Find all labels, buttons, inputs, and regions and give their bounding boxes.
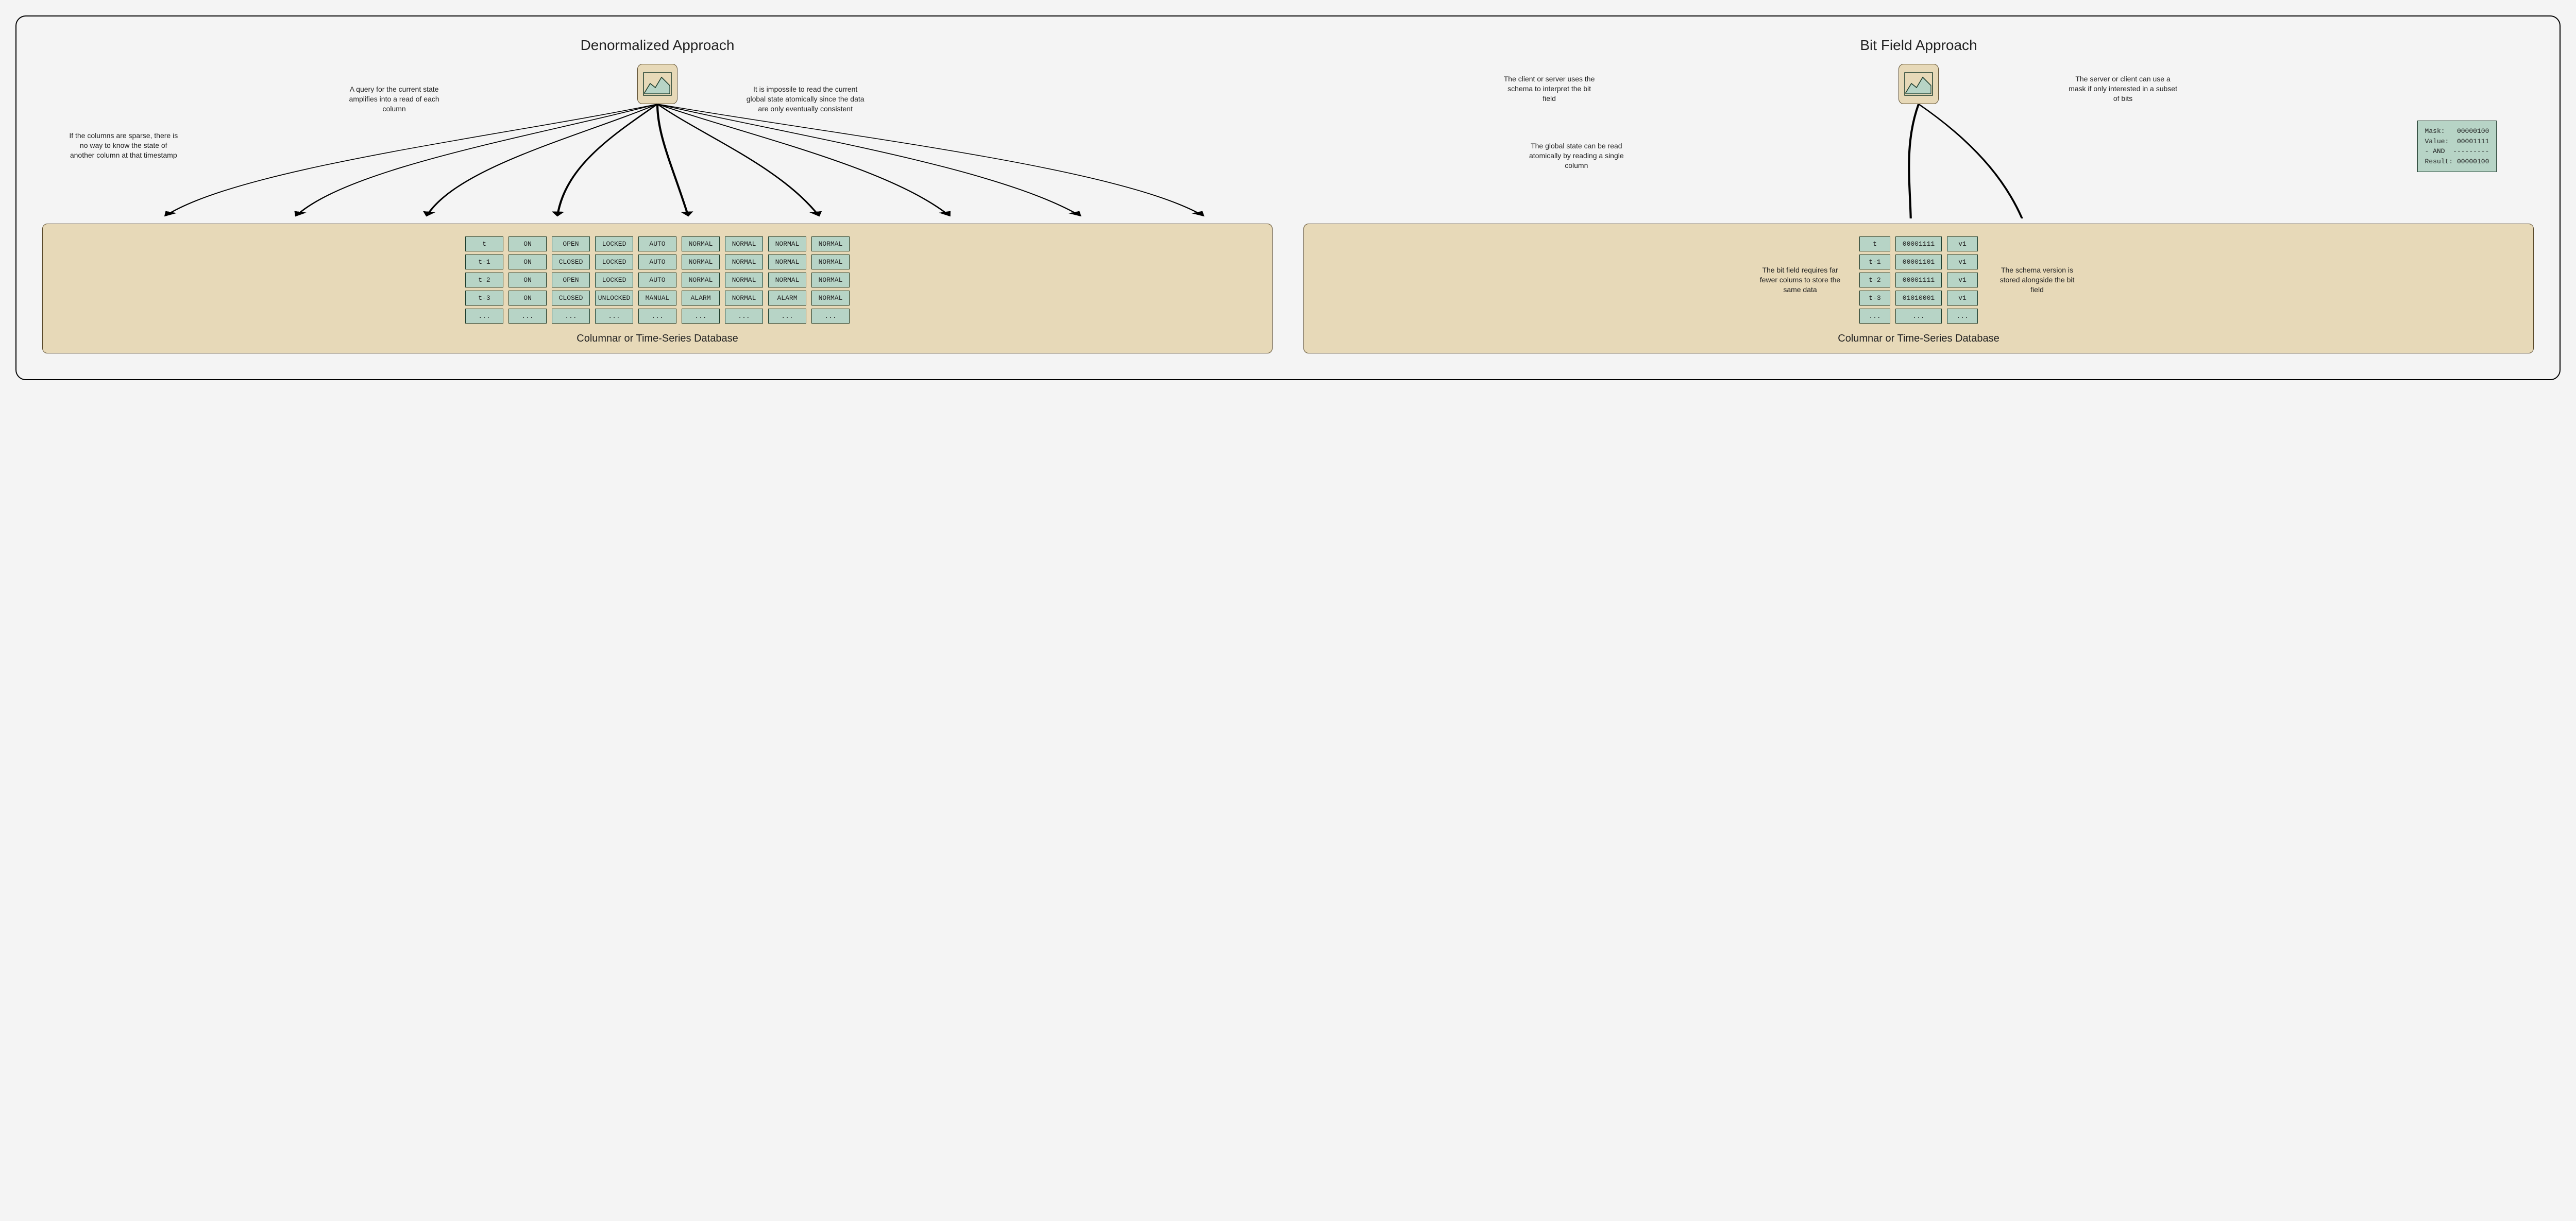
cell: LOCKED (595, 255, 633, 269)
col-time: t t-1 t-2 t-3 ... (1859, 236, 1890, 324)
columns-bitfield-row: The bit field requires far fewer colums … (1314, 236, 2523, 324)
cell: t (465, 236, 503, 251)
cell: ... (638, 309, 676, 324)
col-normal-3: NORMAL NORMAL NORMAL ALARM ... (768, 236, 806, 324)
db-caption-denormalized: Columnar or Time-Series Database (53, 333, 1262, 345)
stage-bitfield: The client or server uses the schema to … (1303, 64, 2534, 218)
cell: ON (509, 291, 547, 306)
cell: ... (595, 309, 633, 324)
cell: OPEN (552, 236, 590, 251)
col-on: ON ON ON ON ... (509, 236, 547, 324)
cell: v1 (1947, 273, 1978, 287)
cell: ... (552, 309, 590, 324)
query-icon-box (637, 64, 677, 104)
cell: NORMAL (725, 255, 763, 269)
note-use-mask: The server or client can use a mask if o… (2066, 74, 2180, 104)
cell: NORMAL (811, 255, 850, 269)
cell: NORMAL (725, 273, 763, 287)
cell: t-2 (465, 273, 503, 287)
cell: NORMAL (725, 236, 763, 251)
cell: ON (509, 255, 547, 269)
diagram-container: Denormalized Approach A query for the cu… (15, 15, 2561, 380)
cell: ... (509, 309, 547, 324)
cell: AUTO (638, 273, 676, 287)
cell: t-1 (1859, 255, 1890, 269)
col-time: t t-1 t-2 t-3 ... (465, 236, 503, 324)
cell: ... (725, 309, 763, 324)
cell: t (1859, 236, 1890, 251)
note-fewer-columns: The bit field requires far fewer colums … (1756, 265, 1844, 295)
db-bitfield: The bit field requires far fewer colums … (1303, 224, 2534, 353)
cell: ... (682, 309, 720, 324)
note-sparse-columns: If the columns are sparse, there is no w… (67, 131, 180, 160)
title-bitfield: Bit Field Approach (1303, 37, 2534, 54)
cell: CLOSED (552, 291, 590, 306)
cell: LOCKED (595, 236, 633, 251)
cell: NORMAL (768, 236, 806, 251)
cell: 00001111 (1895, 273, 1942, 287)
cell: ON (509, 273, 547, 287)
panel-bitfield: Bit Field Approach The client or server … (1303, 37, 2534, 353)
panel-denormalized: Denormalized Approach A query for the cu… (42, 37, 1273, 353)
cell: t-3 (1859, 291, 1890, 306)
cell: ... (768, 309, 806, 324)
cell: t-2 (1859, 273, 1890, 287)
stage-denormalized: A query for the current state amplifies … (42, 64, 1273, 218)
mask-computation-box: Mask: 00000100 Value: 00001111 - AND ---… (2417, 121, 2497, 172)
note-schema-version: The schema version is stored alongside t… (1993, 265, 2081, 295)
db-caption-bitfield: Columnar or Time-Series Database (1314, 333, 2523, 345)
cell: MANUAL (638, 291, 676, 306)
note-impossible-atomic: It is impossile to read the current glob… (743, 84, 867, 114)
area-chart-icon (643, 72, 672, 96)
cell: t-3 (465, 291, 503, 306)
cell: OPEN (552, 273, 590, 287)
cell: v1 (1947, 236, 1978, 251)
cell: ... (1947, 309, 1978, 324)
cell: AUTO (638, 236, 676, 251)
cell: NORMAL (682, 236, 720, 251)
cell: AUTO (638, 255, 676, 269)
cell: NORMAL (682, 255, 720, 269)
cell: NORMAL (811, 236, 850, 251)
cell: NORMAL (682, 273, 720, 287)
columns-denormalized: t t-1 t-2 t-3 ... ON ON ON ON ... OPEN C… (53, 236, 1262, 324)
note-query-amplifies: A query for the current state amplifies … (337, 84, 451, 114)
cell: NORMAL (811, 291, 850, 306)
cell: ON (509, 236, 547, 251)
cell: ... (1859, 309, 1890, 324)
client-icon-box (1899, 64, 1939, 104)
note-interpret-bitfield: The client or server uses the schema to … (1500, 74, 1598, 104)
cell: CLOSED (552, 255, 590, 269)
cell: ... (1895, 309, 1942, 324)
cell: NORMAL (768, 273, 806, 287)
col-normal-1: NORMAL NORMAL NORMAL ALARM ... (682, 236, 720, 324)
cell: ALARM (682, 291, 720, 306)
cell: UNLOCKED (595, 291, 633, 306)
cell: 00001101 (1895, 255, 1942, 269)
title-denormalized: Denormalized Approach (42, 37, 1273, 54)
cell: 00001111 (1895, 236, 1942, 251)
cell: NORMAL (768, 255, 806, 269)
cell: NORMAL (725, 291, 763, 306)
col-version: v1 v1 v1 v1 ... (1947, 236, 1978, 324)
cell: ... (465, 309, 503, 324)
cell: LOCKED (595, 273, 633, 287)
cell: v1 (1947, 291, 1978, 306)
col-bitfield: 00001111 00001101 00001111 01010001 ... (1895, 236, 1942, 324)
note-atomic-read: The global state can be read atomically … (1525, 141, 1628, 171)
col-normal-2: NORMAL NORMAL NORMAL NORMAL ... (725, 236, 763, 324)
cell: NORMAL (811, 273, 850, 287)
cell: ALARM (768, 291, 806, 306)
cell: t-1 (465, 255, 503, 269)
col-locked: LOCKED LOCKED LOCKED UNLOCKED ... (595, 236, 633, 324)
col-normal-4: NORMAL NORMAL NORMAL NORMAL ... (811, 236, 850, 324)
cell: 01010001 (1895, 291, 1942, 306)
cell: ... (811, 309, 850, 324)
col-auto: AUTO AUTO AUTO MANUAL ... (638, 236, 676, 324)
db-denormalized: t t-1 t-2 t-3 ... ON ON ON ON ... OPEN C… (42, 224, 1273, 353)
cell: v1 (1947, 255, 1978, 269)
col-open: OPEN CLOSED OPEN CLOSED ... (552, 236, 590, 324)
area-chart-icon (1904, 72, 1933, 96)
